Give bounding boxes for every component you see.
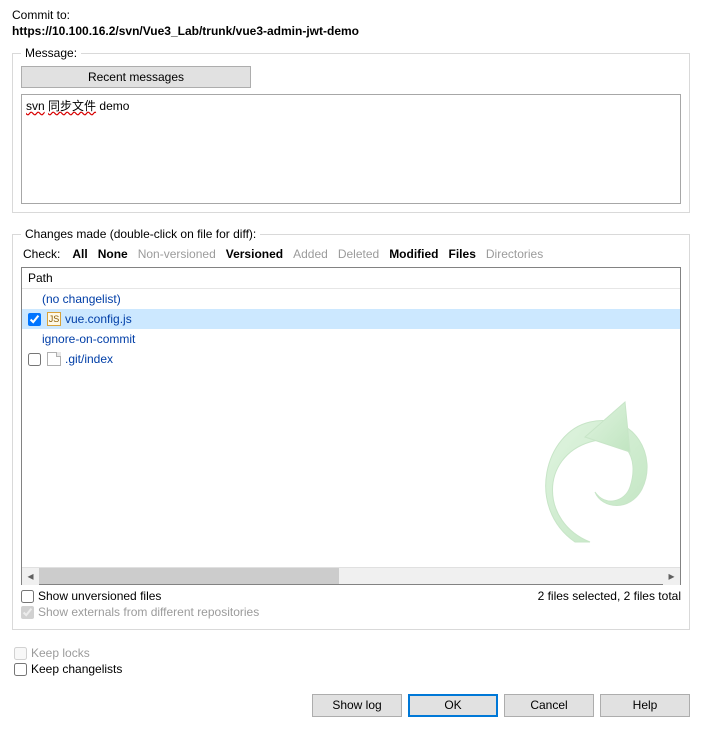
check-label: Check: — [23, 247, 60, 261]
commit-message-input[interactable]: svn 同步文件 demo — [21, 94, 681, 204]
ok-button[interactable]: OK — [408, 694, 498, 717]
show-unversioned-input[interactable] — [21, 590, 34, 603]
show-externals-label: Show externals from different repositori… — [38, 605, 259, 619]
message-word-1: svn — [26, 99, 45, 113]
scroll-left-icon[interactable]: ◂ — [22, 568, 39, 585]
message-legend: Message: — [21, 46, 81, 60]
scroll-right-icon[interactable]: ▸ — [663, 568, 680, 585]
filter-modified[interactable]: Modified — [389, 247, 438, 261]
show-unversioned-label: Show unversioned files — [38, 589, 161, 603]
filter-none[interactable]: None — [98, 247, 128, 261]
keep-locks-input — [14, 647, 27, 660]
path-column-header[interactable]: Path — [22, 268, 680, 289]
filter-all[interactable]: All — [72, 247, 87, 261]
file-name: .git/index — [65, 352, 113, 366]
filter-versioned[interactable]: Versioned — [226, 247, 283, 261]
changelist-none[interactable]: (no changelist) — [22, 289, 680, 309]
show-log-button[interactable]: Show log — [312, 694, 402, 717]
filter-row: Check: All None Non-versioned Versioned … — [23, 247, 681, 261]
keep-changelists-input[interactable] — [14, 663, 27, 676]
dialog-buttons: Show log OK Cancel Help — [312, 694, 690, 717]
keep-changelists-checkbox[interactable]: Keep changelists — [14, 662, 690, 676]
horizontal-scrollbar[interactable]: ◂ ▸ — [22, 567, 680, 584]
file-checkbox[interactable] — [28, 353, 41, 366]
scroll-track[interactable] — [39, 568, 663, 584]
message-group: Message: Recent messages svn 同步文件 demo — [12, 46, 690, 213]
keep-locks-checkbox: Keep locks — [14, 646, 690, 660]
commit-url: https://10.100.16.2/svn/Vue3_Lab/trunk/v… — [12, 24, 690, 38]
changelist-ignore-on-commit[interactable]: ignore-on-commit — [22, 329, 680, 349]
keep-locks-label: Keep locks — [31, 646, 90, 660]
filter-deleted[interactable]: Deleted — [338, 247, 379, 261]
help-button[interactable]: Help — [600, 694, 690, 717]
selection-status: 2 files selected, 2 files total — [538, 589, 681, 603]
commit-to-label: Commit to: — [12, 8, 690, 22]
keep-changelists-label: Keep changelists — [31, 662, 122, 676]
recent-messages-button[interactable]: Recent messages — [21, 66, 251, 88]
file-name: vue.config.js — [65, 312, 132, 326]
filter-non-versioned[interactable]: Non-versioned — [138, 247, 216, 261]
show-unversioned-checkbox[interactable]: Show unversioned files — [21, 589, 259, 603]
filter-added[interactable]: Added — [293, 247, 328, 261]
scroll-thumb[interactable] — [39, 568, 339, 584]
file-list: Path (no changelist) JS vue.config.js ig… — [21, 267, 681, 585]
table-row[interactable]: JS vue.config.js — [22, 309, 680, 329]
filter-directories[interactable]: Directories — [486, 247, 543, 261]
changes-legend: Changes made (double-click on file for d… — [21, 227, 260, 241]
message-word-3: demo — [99, 99, 129, 113]
changes-group: Changes made (double-click on file for d… — [12, 227, 690, 630]
file-checkbox[interactable] — [28, 313, 41, 326]
message-word-2: 同步文件 — [48, 99, 96, 113]
cancel-button[interactable]: Cancel — [504, 694, 594, 717]
table-row[interactable]: .git/index — [22, 349, 680, 369]
show-externals-input — [21, 606, 34, 619]
show-externals-checkbox: Show externals from different repositori… — [21, 605, 259, 619]
file-icon — [47, 352, 61, 366]
commit-arrow-icon — [530, 397, 660, 547]
js-file-icon: JS — [47, 312, 61, 326]
filter-files[interactable]: Files — [449, 247, 476, 261]
